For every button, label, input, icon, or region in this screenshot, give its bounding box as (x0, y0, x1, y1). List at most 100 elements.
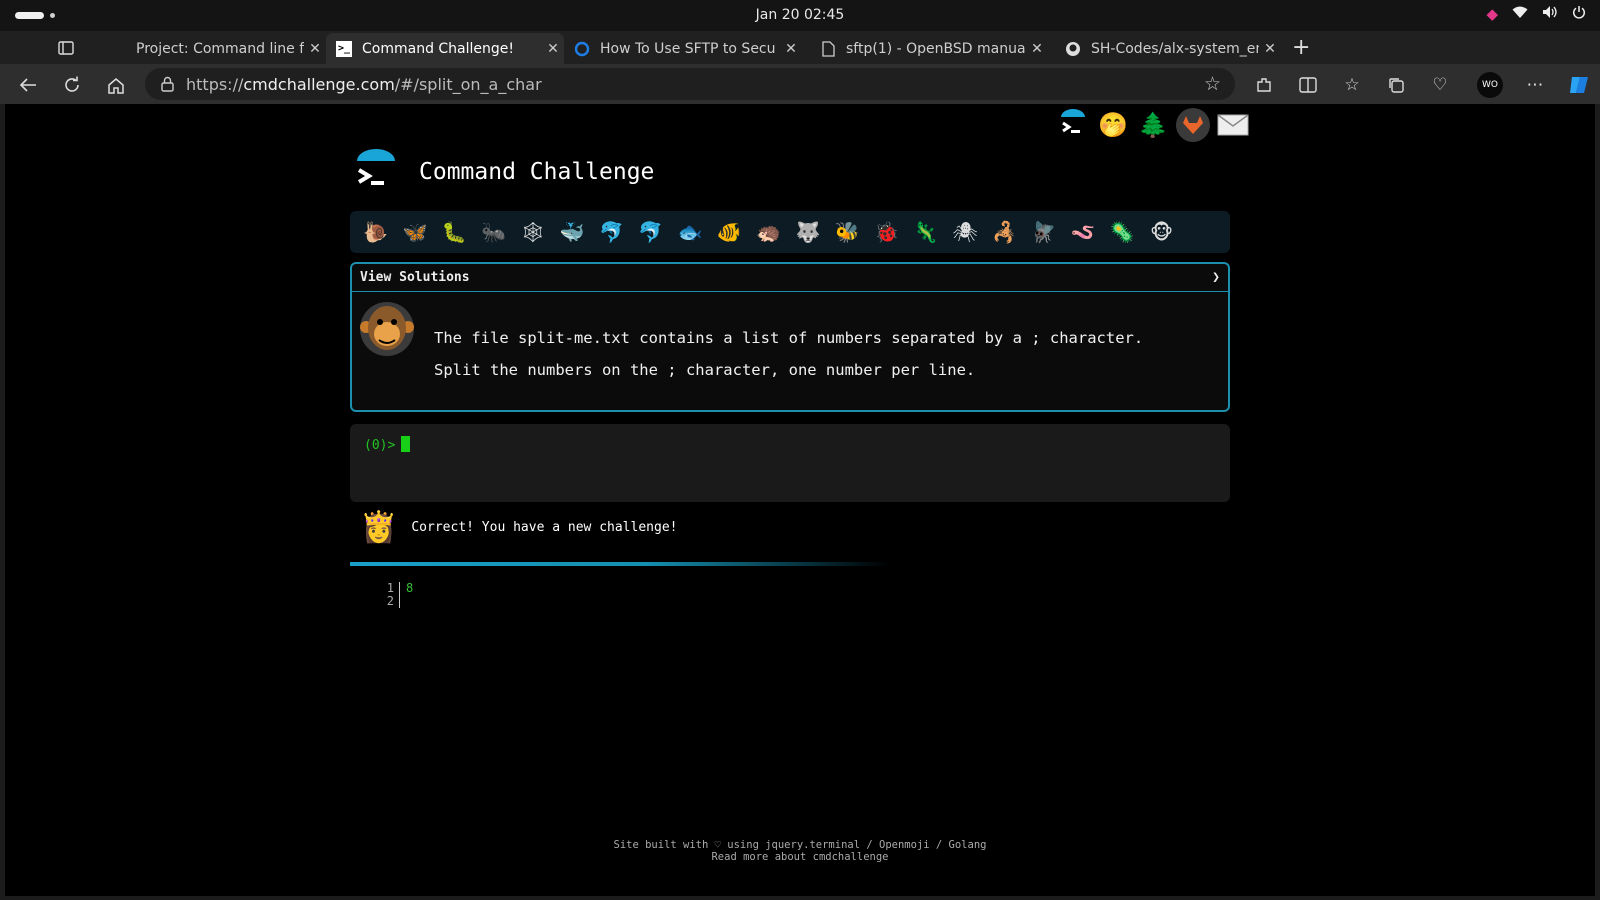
browser-toolbar: https://cmdchallenge.com/#/split_on_a_ch… (0, 64, 1600, 104)
critter-icon[interactable]: 🐬 (631, 220, 670, 244)
line-number: 2 (386, 594, 394, 608)
lock-icon[interactable] (161, 76, 174, 92)
challenge-progress-icons: 🐌 🦋 🐛 🐜 🕸 🐳 🐬 🐬 🐟 🐠 🦔 🐺 🐝 🐞 🦎 🕷 🦂 🪰 🪱 🦠 🐵 (350, 211, 1230, 253)
extensions-icon[interactable] (1251, 72, 1277, 98)
critter-icon[interactable]: 🐛 (435, 220, 474, 244)
challenge-text-line-2: Split the numbers on the ; character, on… (434, 361, 976, 379)
close-tab-icon[interactable]: ✕ (304, 41, 326, 57)
monkey-avatar-icon (358, 300, 416, 358)
critter-icon[interactable]: 🦠 (1103, 220, 1142, 244)
browser-essentials-icon[interactable]: ♡ (1427, 72, 1453, 98)
site-brand[interactable]: Command Challenge (355, 149, 654, 195)
tab-sftp-manual[interactable]: sftp(1) - OpenBSD manua ✕ (810, 33, 1048, 64)
back-button[interactable] (15, 72, 41, 98)
progress-bar (350, 562, 890, 566)
digitalocean-icon (574, 41, 590, 57)
terminal-input[interactable]: (0)> (350, 424, 1230, 502)
critter-icon[interactable]: 🐟 (670, 220, 709, 244)
tab-title: Command Challenge! (362, 40, 515, 57)
critter-icon[interactable]: 🐌 (356, 220, 395, 244)
site-logo-icon (355, 149, 397, 195)
power-icon (1572, 5, 1586, 23)
tab-title: SH-Codes/alx-system_eng (1091, 40, 1259, 57)
line-numbers: 1 2 (380, 582, 394, 608)
footer-about-link[interactable]: Read more about cmdchallenge (5, 851, 1595, 863)
address-bar[interactable]: https://cmdchallenge.com/#/split_on_a_ch… (145, 68, 1235, 100)
close-tab-icon[interactable]: ✕ (542, 41, 564, 57)
more-menu-icon[interactable]: ⋯ (1522, 72, 1548, 98)
critter-icon[interactable]: 🕷 (945, 220, 984, 244)
wifi-icon (1512, 5, 1528, 23)
site-footer: Site built with ♡ using jquery.terminal … (5, 839, 1595, 863)
tab-strip: Project: Command line fo ✕ >_ Command Ch… (0, 31, 1600, 87)
collections-icon[interactable] (1383, 72, 1409, 98)
tab-github-repo[interactable]: SH-Codes/alx-system_eng ✕ (1055, 33, 1281, 64)
system-clock[interactable]: Jan 20 02:45 (0, 7, 1600, 23)
critter-icon[interactable]: 🪱 (1063, 220, 1102, 244)
close-tab-icon[interactable]: ✕ (780, 41, 802, 57)
terminal-cursor (401, 436, 411, 452)
critter-icon[interactable]: 🐝 (828, 220, 867, 244)
critter-icon[interactable]: 🕸 (513, 220, 552, 244)
blank-page-icon (110, 41, 126, 57)
view-solutions-toggle[interactable]: View Solutions ❯ (352, 264, 1228, 292)
system-top-bar: Jan 20 02:45 ◆ (0, 0, 1600, 31)
hand-over-mouth-emoji-icon[interactable]: 🤭 (1096, 108, 1130, 142)
princess-emoji-icon: 👸 (360, 510, 398, 545)
url-text[interactable]: https://cmdchallenge.com/#/split_on_a_ch… (186, 75, 542, 94)
favorite-star-icon[interactable]: ☆ (1204, 73, 1221, 95)
app-indicator-icon[interactable]: ◆ (1486, 5, 1498, 23)
critter-icon[interactable]: 🦔 (749, 220, 788, 244)
tab-sftp-how-to[interactable]: How To Use SFTP to Secu ✕ (564, 33, 802, 64)
critter-icon[interactable]: 🐞 (867, 220, 906, 244)
github-icon (1065, 41, 1081, 57)
critter-icon[interactable]: 🐵 (1142, 220, 1181, 244)
new-tab-button[interactable]: + (1292, 31, 1310, 64)
split-screen-icon[interactable] (1295, 72, 1321, 98)
critter-icon[interactable]: 🐺 (788, 220, 827, 244)
tab-project-command-line[interactable]: Project: Command line fo ✕ (100, 33, 326, 64)
tab-actions-icon[interactable] (58, 31, 78, 64)
header-links: 🤭 🌲 (1056, 108, 1250, 142)
result-message: Correct! You have a new challenge! (411, 520, 678, 535)
critter-icon[interactable]: 🪰 (1024, 220, 1063, 244)
footer-credits[interactable]: Site built with ♡ using jquery.terminal … (5, 839, 1595, 851)
challenge-panel: View Solutions ❯ The file split-me.txt c… (350, 262, 1230, 412)
critter-icon[interactable]: 🐳 (552, 220, 591, 244)
critter-icon[interactable]: 🐠 (710, 220, 749, 244)
document-icon (820, 40, 836, 57)
tab-title: sftp(1) - OpenBSD manua (846, 40, 1026, 57)
mail-icon[interactable] (1216, 108, 1250, 142)
cmdchallenge-terminal-icon[interactable] (1056, 108, 1090, 142)
challenge-text-line-1: The file split-me.txt contains a list of… (434, 329, 1144, 347)
tree-icon[interactable]: 🌲 (1136, 108, 1170, 142)
site-title: Command Challenge (419, 159, 655, 185)
critter-icon[interactable]: 🐬 (592, 220, 631, 244)
home-button[interactable] (103, 72, 129, 98)
tab-command-challenge[interactable]: >_ Command Challenge! ✕ (326, 33, 564, 64)
gitlab-icon[interactable] (1176, 108, 1210, 142)
tab-title: Project: Command line fo (136, 40, 304, 57)
output-lines: 8 (406, 582, 413, 595)
critter-icon[interactable]: 🦂 (985, 220, 1024, 244)
tab-title: How To Use SFTP to Secu (600, 40, 776, 57)
profile-avatar[interactable]: WO (1477, 72, 1503, 98)
critter-icon[interactable]: 🐜 (474, 220, 513, 244)
terminal-icon: >_ (336, 40, 352, 57)
close-tab-icon[interactable]: ✕ (1026, 41, 1048, 57)
output-gutter (399, 582, 400, 608)
command-output: 1 2 8 (380, 582, 413, 608)
favorites-icon[interactable]: ☆ (1339, 72, 1365, 98)
critter-icon[interactable]: 🦎 (906, 220, 945, 244)
chevron-right-icon: ❯ (1212, 270, 1220, 285)
system-tray[interactable]: ◆ (1486, 5, 1586, 23)
terminal-prompt: (0)> (364, 438, 396, 453)
output-line: 8 (406, 581, 414, 595)
copilot-icon[interactable] (1566, 72, 1592, 98)
challenge-description: The file split-me.txt contains a list of… (434, 322, 1143, 386)
reload-button[interactable] (59, 72, 85, 98)
critter-icon[interactable]: 🦋 (395, 220, 434, 244)
page-content: 🤭 🌲 Command Challenge 🐌 🦋 🐛 🐜 🕸 🐳 🐬 🐬 🐟 🐠 🦔 🐺 🐝 🐞 🦎 🕷 🦂 🪰… (5, 104, 1595, 896)
view-solutions-label: View Solutions (360, 270, 470, 285)
close-tab-icon[interactable]: ✕ (1259, 41, 1281, 57)
